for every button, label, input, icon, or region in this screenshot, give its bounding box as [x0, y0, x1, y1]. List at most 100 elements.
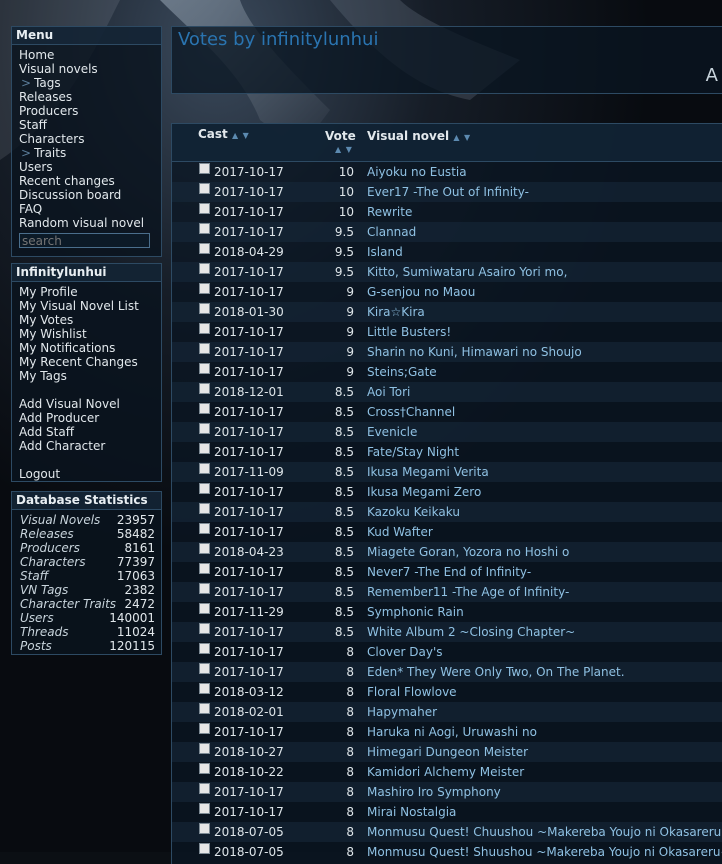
my-wishlist-link[interactable]: My Wishlist	[19, 327, 161, 341]
menu-recent-changes-link[interactable]: Recent changes	[19, 174, 161, 188]
row-vn-link[interactable]: Remember11 -The Age of Infinity-	[367, 585, 569, 599]
row-vn-link[interactable]: Aiyoku no Eustia	[367, 165, 467, 179]
row-checkbox[interactable]	[199, 483, 210, 494]
row-checkbox[interactable]	[199, 403, 210, 414]
sort-arrows-icon[interactable]: ▲ ▼	[453, 133, 471, 142]
search-input[interactable]	[19, 233, 150, 248]
row-checkbox[interactable]	[199, 783, 210, 794]
row-vn-link[interactable]: White Album 2 ~Closing Chapter~	[367, 625, 575, 639]
row-checkbox[interactable]	[199, 603, 210, 614]
row-checkbox[interactable]	[199, 823, 210, 834]
row-vn-link[interactable]: Rewrite	[367, 205, 412, 219]
row-vn-link[interactable]: Clover Day's	[367, 645, 443, 659]
row-vn-link[interactable]: Island	[367, 245, 403, 259]
logout-link[interactable]: Logout	[19, 467, 161, 481]
row-checkbox[interactable]	[199, 263, 210, 274]
row-checkbox[interactable]	[199, 343, 210, 354]
row-vn-link[interactable]: Kud Wafter	[367, 525, 433, 539]
row-vn-link[interactable]: Kira☆Kira	[367, 305, 425, 319]
row-checkbox[interactable]	[199, 303, 210, 314]
sort-arrows-icon[interactable]: ▲ ▼	[232, 131, 250, 140]
row-vn-link[interactable]: Floral Flowlove	[367, 685, 457, 699]
row-vn-link[interactable]: Kitto, Sumiwataru Asairo Yori mo,	[367, 265, 567, 279]
row-vn-link[interactable]: Sharin no Kuni, Himawari no Shoujo	[367, 345, 582, 359]
my-votes-link[interactable]: My Votes	[19, 313, 161, 327]
row-checkbox[interactable]	[199, 523, 210, 534]
row-vn-link[interactable]: Ikusa Megami Zero	[367, 485, 481, 499]
row-vn-link[interactable]: Kazoku Keikaku	[367, 505, 460, 519]
row-vn-link[interactable]: Mirai Nostalgia	[367, 805, 456, 819]
menu-random-vn-link[interactable]: Random visual novel	[19, 216, 161, 230]
row-checkbox[interactable]	[199, 223, 210, 234]
row-checkbox[interactable]	[199, 543, 210, 554]
menu-releases-link[interactable]: Releases	[19, 90, 161, 104]
my-profile-link[interactable]: My Profile	[19, 285, 161, 299]
row-checkbox[interactable]	[199, 383, 210, 394]
row-checkbox[interactable]	[199, 203, 210, 214]
menu-faq-link[interactable]: FAQ	[19, 202, 161, 216]
my-notifications-link[interactable]: My Notifications	[19, 341, 161, 355]
menu-home-link[interactable]: Home	[19, 48, 161, 62]
sort-arrows-icon[interactable]: ▲ ▼	[335, 145, 353, 154]
row-checkbox[interactable]	[199, 443, 210, 454]
menu-tags-link[interactable]: > Tags	[19, 76, 161, 90]
row-vn-link[interactable]: Monmusu Quest! Shuushou ~Makereba Youjo …	[367, 845, 722, 859]
row-vn-link[interactable]: Fate/Stay Night	[367, 445, 459, 459]
row-vn-link[interactable]: Evenicle	[367, 425, 417, 439]
add-producer-link[interactable]: Add Producer	[19, 411, 161, 425]
add-character-link[interactable]: Add Character	[19, 439, 161, 453]
row-checkbox[interactable]	[199, 423, 210, 434]
row-vn-link[interactable]: Symphonic Rain	[367, 605, 464, 619]
row-vn-link[interactable]: Clannad	[367, 225, 416, 239]
row-vn-link[interactable]: Himegari Dungeon Meister	[367, 745, 528, 759]
row-checkbox[interactable]	[199, 243, 210, 254]
row-vn-link[interactable]: Cross†Channel	[367, 405, 455, 419]
row-vn-link[interactable]: Haruka ni Aogi, Uruwashi no	[367, 725, 537, 739]
my-tags-link[interactable]: My Tags	[19, 369, 161, 383]
row-checkbox[interactable]	[199, 643, 210, 654]
row-checkbox[interactable]	[199, 843, 210, 854]
menu-users-link[interactable]: Users	[19, 160, 161, 174]
row-checkbox[interactable]	[199, 363, 210, 374]
menu-producers-link[interactable]: Producers	[19, 104, 161, 118]
row-checkbox[interactable]	[199, 503, 210, 514]
menu-discussion-board-link[interactable]: Discussion board	[19, 188, 161, 202]
row-vn-link[interactable]: Ikusa Megami Verita	[367, 465, 489, 479]
menu-staff-link[interactable]: Staff	[19, 118, 161, 132]
row-checkbox[interactable]	[199, 323, 210, 334]
menu-visual-novels-link[interactable]: Visual novels	[19, 62, 161, 76]
row-vn-link[interactable]: Never7 -The End of Infinity-	[367, 565, 531, 579]
menu-characters-link[interactable]: Characters	[19, 132, 161, 146]
row-checkbox[interactable]	[199, 683, 210, 694]
row-vn-link[interactable]: Little Busters!	[367, 325, 451, 339]
row-vn-link[interactable]: Steins;Gate	[367, 365, 437, 379]
add-staff-link[interactable]: Add Staff	[19, 425, 161, 439]
row-vn-link[interactable]: Miagete Goran, Yozora no Hoshi o	[367, 545, 569, 559]
my-vn-list-link[interactable]: My Visual Novel List	[19, 299, 161, 313]
row-checkbox[interactable]	[199, 763, 210, 774]
row-checkbox[interactable]	[199, 183, 210, 194]
row-checkbox[interactable]	[199, 803, 210, 814]
row-vn-link[interactable]: Monmusu Quest! Chuushou ~Makereba Youjo …	[367, 825, 722, 839]
row-vn-link[interactable]: Aoi Tori	[367, 385, 410, 399]
row-checkbox[interactable]	[199, 563, 210, 574]
row-checkbox[interactable]	[199, 743, 210, 754]
row-vn-link[interactable]: Mashiro Iro Symphony	[367, 785, 501, 799]
row-checkbox[interactable]	[199, 283, 210, 294]
menu-traits-link[interactable]: > Traits	[19, 146, 161, 160]
column-cast-header[interactable]: Cast ▲ ▼	[198, 127, 250, 141]
row-vn-link[interactable]: Kamidori Alchemy Meister	[367, 765, 524, 779]
row-vn-link[interactable]: Ever17 -The Out of Infinity-	[367, 185, 529, 199]
row-vn-link[interactable]: Eden* They Were Only Two, On The Planet.	[367, 665, 625, 679]
row-checkbox[interactable]	[199, 623, 210, 634]
row-checkbox[interactable]	[199, 463, 210, 474]
row-checkbox[interactable]	[199, 583, 210, 594]
row-checkbox[interactable]	[199, 163, 210, 174]
add-vn-link[interactable]: Add Visual Novel	[19, 397, 161, 411]
row-checkbox[interactable]	[199, 723, 210, 734]
row-vn-link[interactable]: G-senjou no Maou	[367, 285, 475, 299]
row-checkbox[interactable]	[199, 663, 210, 674]
column-vn-header[interactable]: Visual novel ▲ ▼	[367, 129, 471, 143]
row-checkbox[interactable]	[199, 703, 210, 714]
my-recent-changes-link[interactable]: My Recent Changes	[19, 355, 161, 369]
